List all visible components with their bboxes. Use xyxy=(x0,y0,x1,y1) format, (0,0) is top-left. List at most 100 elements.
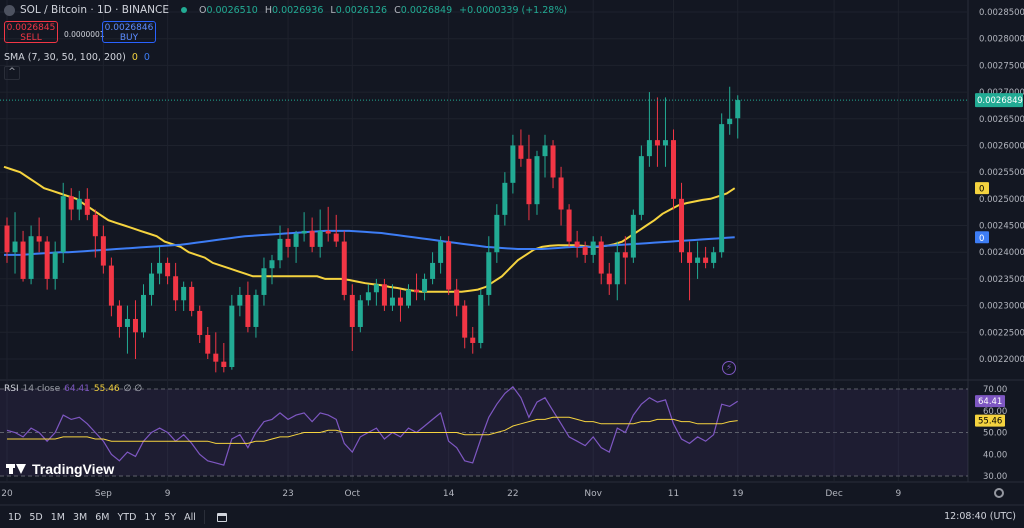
candle xyxy=(213,332,219,373)
timeframe-5d[interactable]: 5D xyxy=(29,512,42,523)
candle-body xyxy=(598,241,604,274)
candle xyxy=(181,281,187,311)
rsi-pane xyxy=(0,385,968,477)
candle-body xyxy=(189,286,195,311)
sell-button[interactable]: 0.0026845 SELL xyxy=(4,21,58,43)
candle-body xyxy=(662,140,668,146)
collapse-legend-button[interactable]: ^ xyxy=(4,66,20,80)
utc-clock[interactable]: 12:08:40 (UTC) xyxy=(944,511,1016,522)
candle-body xyxy=(470,337,476,343)
candle-body xyxy=(454,289,460,306)
candle xyxy=(149,262,155,306)
candle xyxy=(84,188,90,221)
open-value: 0.0026510 xyxy=(206,4,258,16)
sma-legend[interactable]: SMA (7, 30, 50, 100, 200) 0 0 xyxy=(4,52,150,63)
candle xyxy=(293,230,299,263)
timeframe-ytd[interactable]: YTD xyxy=(117,512,136,523)
candle-body xyxy=(486,252,492,295)
time-tick-label: 23 xyxy=(282,489,293,499)
calendar-icon[interactable] xyxy=(216,512,227,522)
candle xyxy=(237,286,243,317)
timeframe-6m[interactable]: 6M xyxy=(95,512,109,523)
candle-body xyxy=(349,294,355,327)
candle-body xyxy=(357,300,363,327)
candle xyxy=(670,129,676,210)
chart-header: SOL / Bitcoin · 1D · BINANCE O0.0026510 … xyxy=(4,4,567,16)
candle xyxy=(646,92,652,167)
candle xyxy=(735,95,741,139)
candle xyxy=(141,284,147,338)
candle-body xyxy=(365,292,371,301)
sma-legend-value-2: 0 xyxy=(143,52,150,63)
candle xyxy=(189,281,195,317)
candle-body xyxy=(92,214,98,237)
candle-body xyxy=(68,196,74,210)
candle xyxy=(446,236,452,295)
candle xyxy=(614,241,620,301)
timeframe-all[interactable]: All xyxy=(184,512,196,523)
gear-icon[interactable] xyxy=(994,488,1004,498)
candle-body xyxy=(462,305,468,338)
candle-body xyxy=(165,262,171,277)
price-tick-label: 0.0023500 xyxy=(979,275,1024,285)
spread-value: 0.0000001 xyxy=(64,30,105,39)
candle-body xyxy=(606,273,612,285)
timeframe-1y[interactable]: 1Y xyxy=(144,512,156,523)
candle xyxy=(654,97,660,167)
candle-body xyxy=(124,318,130,327)
candle xyxy=(414,273,420,301)
tradingview-logo: TradingView xyxy=(6,461,114,477)
candle xyxy=(687,241,693,301)
price-axis[interactable]: 0.00285000.00280000.00275000.00270000.00… xyxy=(975,8,1024,482)
candle-body xyxy=(108,265,114,306)
time-tick-label: Oct xyxy=(345,489,361,499)
candle-body xyxy=(205,334,211,354)
time-axis[interactable]: 20 Sep 9 23 Oct 14 22 Nov 11 19 Dec 9 xyxy=(1,489,901,499)
candle xyxy=(438,236,444,274)
timeframe-3m[interactable]: 3M xyxy=(73,512,87,523)
time-tick-label: Sep xyxy=(95,489,112,499)
brand-text: TradingView xyxy=(32,461,115,477)
candle-body xyxy=(438,241,444,263)
time-tick-label: Dec xyxy=(825,489,842,499)
lightning-icon[interactable]: ⚡ xyxy=(722,361,736,375)
candle xyxy=(606,262,612,295)
candle-body xyxy=(446,241,452,290)
candle xyxy=(44,236,50,290)
candle-body xyxy=(237,294,243,306)
candle-body xyxy=(534,156,540,205)
candle-body xyxy=(325,230,331,234)
candle-body xyxy=(735,100,741,119)
candle-body xyxy=(261,268,267,295)
candles xyxy=(0,86,968,373)
candle-body xyxy=(590,241,596,255)
candle xyxy=(373,278,379,306)
candle-body xyxy=(12,241,18,253)
bottom-toolbar: 1D 5D 1M 3M 6M YTD 1Y 5Y All 12:08:40 (U… xyxy=(0,506,1024,528)
timeframe-1d[interactable]: 1D xyxy=(8,512,21,523)
candle-body xyxy=(381,284,387,306)
candle-body xyxy=(132,318,138,333)
candle xyxy=(365,284,371,306)
price-tick-label: 0.0027500 xyxy=(979,61,1024,71)
candle xyxy=(494,204,500,263)
candle xyxy=(317,209,323,258)
candle xyxy=(622,236,628,285)
symbol-title[interactable]: SOL / Bitcoin · 1D · BINANCE xyxy=(20,4,169,16)
candle xyxy=(470,326,476,354)
buy-button[interactable]: 0.0026846 BUY xyxy=(102,21,156,43)
rsi-tick-label: 40.00 xyxy=(983,450,1007,460)
candle-body xyxy=(510,145,516,183)
timeframe-5y[interactable]: 5Y xyxy=(164,512,176,523)
rsi-legend[interactable]: RSI 14 close 64.41 55.46 ∅ ∅ xyxy=(4,384,142,394)
candle-body xyxy=(253,294,259,327)
candle xyxy=(132,300,138,359)
chart-canvas[interactable]: 0.00285000.00280000.00275000.00270000.00… xyxy=(0,0,1024,528)
candle-body xyxy=(542,145,548,157)
rsi-legend-value: 64.41 xyxy=(64,384,90,394)
timeframe-1m[interactable]: 1M xyxy=(51,512,65,523)
candle-body xyxy=(679,198,685,253)
candle xyxy=(406,284,411,309)
candle-body xyxy=(630,214,636,258)
candle-body xyxy=(638,156,644,215)
